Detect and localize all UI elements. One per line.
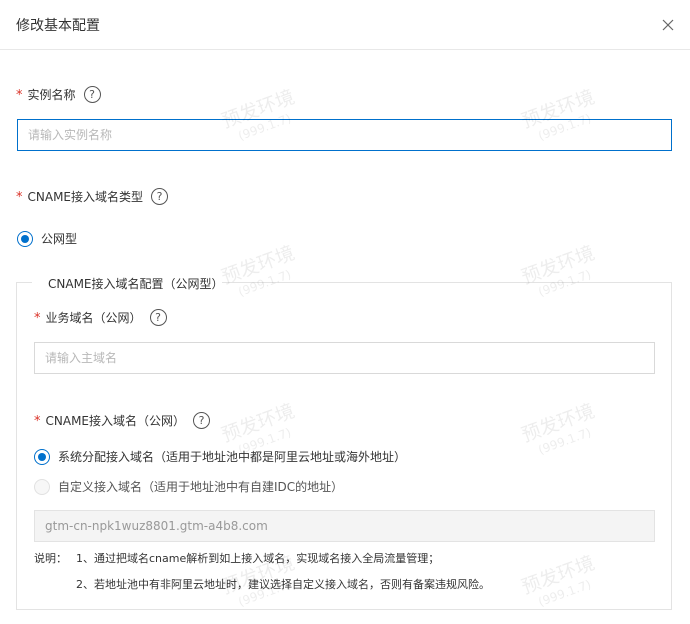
required-asterisk: * [34, 414, 41, 429]
radio-button[interactable] [34, 448, 50, 465]
cname-type-label: CNAME接入域名类型 [27, 190, 144, 204]
note-prefix: 说明： [34, 552, 67, 565]
note-line-1: 1、通过把域名cname解析到如上接入域名，实现域名接入全局流量管理； [76, 552, 440, 565]
business-domain-label-row: * 业务域名（公网） ? [34, 309, 167, 326]
radio-system-assigned-label: 系统分配接入域名（适用于地址池中都是阿里云地址或海外地址） [58, 450, 407, 464]
radio-system-assigned[interactable]: 系统分配接入域名（适用于地址池中都是阿里云地址或海外地址） [34, 448, 406, 465]
radio-custom[interactable]: 自定义接入域名（适用于地址池中有自建IDC的地址） [34, 478, 343, 495]
help-icon[interactable]: ? [83, 86, 101, 103]
required-asterisk: * [16, 88, 23, 103]
required-asterisk: * [16, 190, 23, 205]
radio-public-label: 公网型 [41, 232, 78, 246]
instance-name-label: 实例名称 [27, 88, 76, 102]
radio-button[interactable] [17, 230, 33, 247]
fieldset-border [222, 282, 672, 283]
radio-public[interactable]: 公网型 [17, 230, 77, 247]
assigned-domain-field [34, 510, 655, 542]
help-icon[interactable]: ? [149, 309, 167, 326]
radio-custom-label: 自定义接入域名（适用于地址池中有自建IDC的地址） [58, 480, 344, 494]
instance-name-label-row: * 实例名称 ? [16, 86, 101, 103]
dialog-title: 修改基本配置 [16, 18, 100, 34]
radio-button[interactable] [34, 478, 50, 495]
cname-type-label-row: * CNAME接入域名类型 ? [16, 188, 169, 205]
note-line-2: 2、若地址池中有非阿里云地址时，建议选择自定义接入域名，否则有备案违规风险。 [76, 578, 490, 591]
close-icon[interactable] [659, 16, 677, 34]
access-domain-label-row: * CNAME接入域名（公网） ? [34, 412, 211, 429]
required-asterisk: * [34, 311, 41, 326]
help-icon[interactable]: ? [193, 412, 211, 429]
business-domain-label: 业务域名（公网） [45, 311, 142, 325]
instance-name-input[interactable] [17, 119, 672, 151]
help-icon[interactable]: ? [151, 188, 169, 205]
fieldset-legend: CNAME接入域名配置（公网型） [48, 277, 224, 291]
access-domain-label: CNAME接入域名（公网） [45, 414, 186, 428]
fieldset-border [16, 282, 32, 283]
business-domain-input[interactable] [34, 342, 655, 374]
dialog-header: 修改基本配置 [0, 0, 690, 50]
